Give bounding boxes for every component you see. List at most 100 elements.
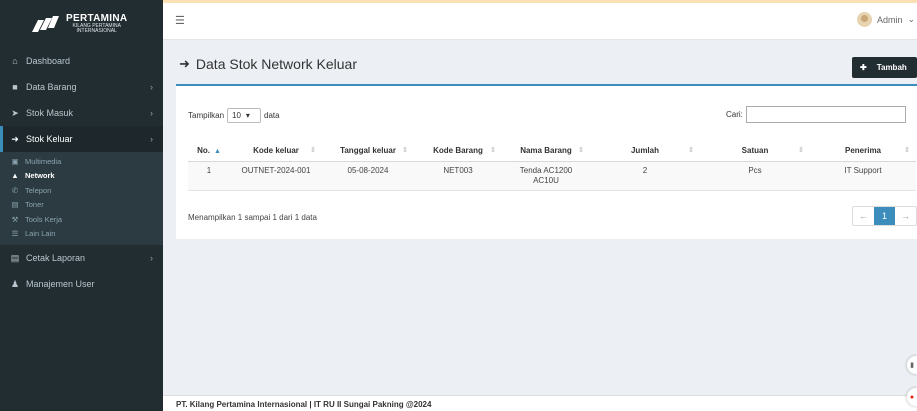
sidebar-subitem-lain-lain[interactable]: ☰ Lain Lain [0, 227, 163, 242]
phone-icon: ✆ [11, 185, 19, 195]
list-icon: ☰ [11, 229, 19, 239]
column-header-nama-barang[interactable]: Nama Barang ⇕ [502, 140, 590, 162]
sidebar-subitem-label: Lain Lain [25, 229, 56, 239]
stok-keluar-submenu: ▣ Multimedia ▲ Network ✆ Telepon ▤ Toner… [0, 152, 163, 245]
table-row: 1 OUTNET-2024-001 05-08-2024 NET003 Tend… [188, 161, 916, 190]
sort-asc-icon: ▲ [213, 147, 221, 155]
cell-no: 1 [206, 165, 212, 175]
cell-kode-barang: NET003 [443, 165, 473, 175]
sort-icon: ⇕ [310, 147, 316, 154]
sidebar-subitem-label: Telepon [25, 185, 52, 195]
sidebar-item-label: Manajemen User [26, 279, 95, 289]
sign-out-icon: ➜ [11, 133, 19, 144]
print-icon: ▤ [11, 200, 19, 210]
column-header-satuan[interactable]: Satuan ⇕ [700, 140, 810, 162]
sidebar-subitem-multimedia[interactable]: ▣ Multimedia [0, 154, 163, 169]
menu-toggle-icon[interactable]: ☰ [175, 14, 185, 27]
avatar [856, 12, 872, 27]
sidebar-item-data-barang[interactable]: ■ Data Barang › [0, 74, 163, 100]
column-header-no[interactable]: No. ▲ [188, 140, 230, 162]
print-icon: ▤ [10, 252, 20, 263]
brand-logo[interactable]: PERTAMINA KILANG PERTAMINA INTERNASIONAL [0, 0, 163, 48]
prev-page-button[interactable]: ← [853, 207, 874, 225]
sort-icon: ⇕ [490, 147, 496, 154]
page-length-control: Tampilkan 10 ▾ data [188, 108, 280, 123]
sidebar-subitem-label: Multimedia [25, 156, 62, 166]
sort-icon: ⇕ [904, 147, 910, 154]
footer: PT. Kilang Pertamina Internasional | IT … [163, 395, 917, 411]
cell-nama-barang: Tenda AC1200 AC10U [519, 165, 573, 185]
sidebar-item-label: Dashboard [26, 56, 71, 66]
sort-icon: ⇕ [688, 147, 694, 154]
sign-in-icon: ➤ [11, 107, 19, 118]
data-table: No. ▲ Kode keluar ⇕ Tanggal keluar ⇕ Kode B… [188, 140, 916, 191]
sidebar-item-dashboard[interactable]: ⌂ Dashboard [0, 48, 163, 74]
chevron-right-icon: › [150, 82, 153, 92]
wrench-icon: ⚒ [11, 214, 19, 224]
user-menu[interactable]: Admin ⌄ [856, 12, 917, 27]
sort-icon: ⇕ [578, 147, 584, 154]
user-icon: ♟ [10, 278, 20, 289]
table-info: Menampilkan 1 sampai 1 dari 1 data [188, 213, 317, 222]
column-header-kode-keluar[interactable]: Kode keluar ⇕ [230, 140, 322, 162]
search-input[interactable] [745, 106, 906, 123]
floating-widget-icon[interactable]: ▮ [907, 356, 917, 374]
sidebar-subitem-telepon[interactable]: ✆ Telepon [0, 183, 163, 198]
cell-penerima: IT Support [844, 165, 882, 175]
sidebar: PERTAMINA KILANG PERTAMINA INTERNASIONAL… [0, 0, 163, 411]
sidebar-item-stok-masuk[interactable]: ➤ Stok Masuk › [0, 100, 163, 126]
page-length-value: 10 [232, 111, 241, 120]
chevron-down-icon: ⌄ [907, 14, 915, 24]
sidebar-subitem-label: Toner [25, 200, 44, 210]
data-table-box: Tampilkan 10 ▾ data Cari: No. ▲ Kode kelu… [176, 84, 917, 239]
search-label: Cari: [726, 110, 743, 119]
sidebar-subitem-label: Network [25, 171, 55, 181]
sidebar-item-label: Data Barang [26, 82, 77, 92]
top-navbar: ☰ Admin ⌄ [163, 0, 917, 40]
sort-icon: ⇕ [402, 147, 408, 154]
cell-satuan: Pcs [748, 165, 762, 175]
home-icon: ⌂ [12, 56, 18, 66]
sidebar-item-stok-keluar[interactable]: ➜ Stok Keluar › [0, 126, 163, 152]
cell-tanggal-keluar: 05-08-2024 [347, 165, 389, 175]
column-header-penerima[interactable]: Penerima ⇕ [810, 140, 916, 162]
sidebar-item-label: Stok Masuk [26, 108, 74, 118]
sidebar-item-label: Stok Keluar [26, 134, 73, 144]
column-header-tanggal-keluar[interactable]: Tanggal keluar ⇕ [322, 140, 414, 162]
pertamina-logo-icon [30, 15, 60, 33]
chevron-right-icon: › [150, 134, 153, 144]
cell-kode-keluar: OUTNET-2024-001 [241, 165, 311, 175]
sign-out-icon: ➜ [179, 56, 190, 71]
sidebar-subitem-label: Tools Kerja [25, 214, 63, 224]
sidebar-subitem-tools-kerja[interactable]: ⚒ Tools Kerja [0, 212, 163, 227]
cell-jumlah: 2 [642, 165, 648, 175]
sidebar-item-label: Cetak Laporan [26, 253, 86, 263]
sidebar-subitem-network[interactable]: ▲ Network [0, 169, 163, 184]
folder-icon: ■ [12, 82, 18, 92]
column-header-kode-barang[interactable]: Kode Barang ⇕ [414, 140, 502, 162]
page-title-text: Data Stok Network Keluar [195, 56, 357, 72]
sidebar-subitem-toner[interactable]: ▤ Toner [0, 198, 163, 213]
sort-icon: ⇕ [798, 147, 804, 154]
add-button[interactable]: ✚ Tambah [852, 57, 917, 78]
brand-subtitle-2: INTERNASIONAL [76, 28, 117, 35]
column-header-jumlah[interactable]: Jumlah ⇕ [590, 140, 700, 162]
sidebar-item-manajemen-user[interactable]: ♟ Manajemen User [0, 271, 163, 297]
sidebar-item-cetak-laporan[interactable]: ▤ Cetak Laporan › [0, 245, 163, 271]
page-length-select[interactable]: 10 ▾ [227, 108, 262, 123]
table-header-row: No. ▲ Kode keluar ⇕ Tanggal keluar ⇕ Kode B… [188, 140, 916, 162]
add-button-label: Tambah [876, 63, 907, 72]
next-page-button[interactable]: → [895, 207, 916, 225]
footer-text: PT. Kilang Pertamina Internasional | IT … [176, 400, 432, 409]
user-name: Admin [876, 14, 903, 25]
chevron-right-icon: › [150, 108, 153, 118]
page-title: ➜ Data Stok Network Keluar [179, 56, 357, 72]
table-search: Cari: [726, 106, 906, 123]
chevron-down-icon: ▾ [245, 111, 250, 120]
pagination: ← 1 → [852, 206, 917, 226]
sitemap-icon: ▲ [11, 171, 19, 181]
page-length-prefix: Tampilkan [188, 111, 225, 120]
page-length-suffix: data [264, 111, 280, 120]
chevron-right-icon: › [150, 253, 153, 263]
page-button-current[interactable]: 1 [874, 207, 895, 225]
